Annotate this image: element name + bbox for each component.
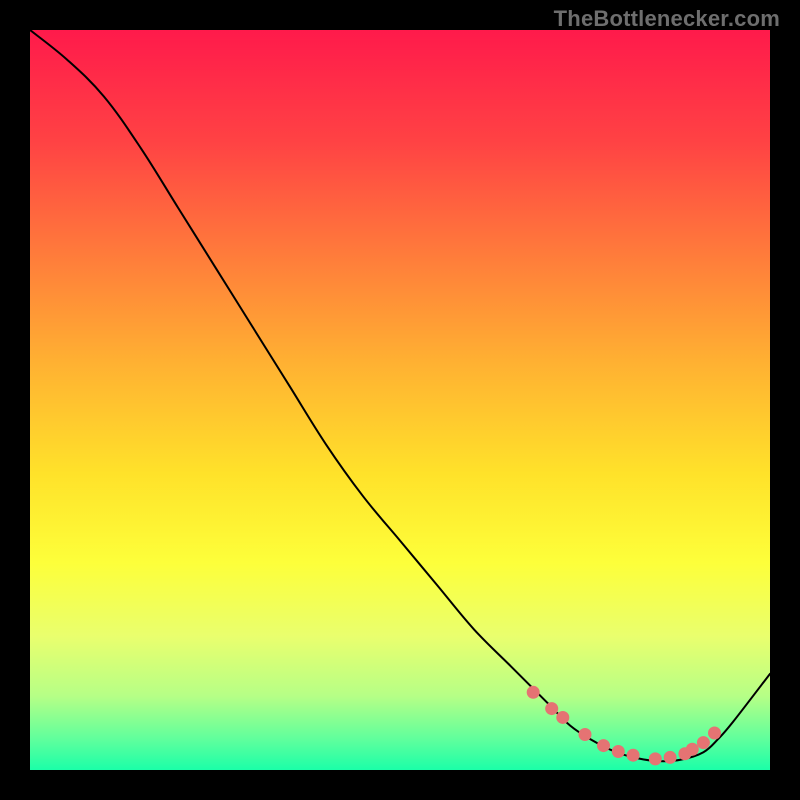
curve-marker bbox=[686, 743, 699, 756]
curve-marker bbox=[556, 711, 569, 724]
curve-marker bbox=[649, 752, 662, 765]
curve-marker bbox=[579, 728, 592, 741]
curve-marker bbox=[597, 739, 610, 752]
curve-marker bbox=[545, 702, 558, 715]
curve-marker bbox=[697, 736, 710, 749]
curve-marker bbox=[527, 686, 540, 699]
curve-marker bbox=[612, 745, 625, 758]
chart-frame: TheBottlenecker.com bbox=[0, 0, 800, 800]
curve-marker bbox=[708, 727, 721, 740]
curve-marker bbox=[664, 751, 677, 764]
curve-marker bbox=[627, 749, 640, 762]
gradient-background bbox=[30, 30, 770, 770]
watermark-text: TheBottlenecker.com bbox=[554, 6, 780, 32]
bottleneck-chart bbox=[30, 30, 770, 770]
